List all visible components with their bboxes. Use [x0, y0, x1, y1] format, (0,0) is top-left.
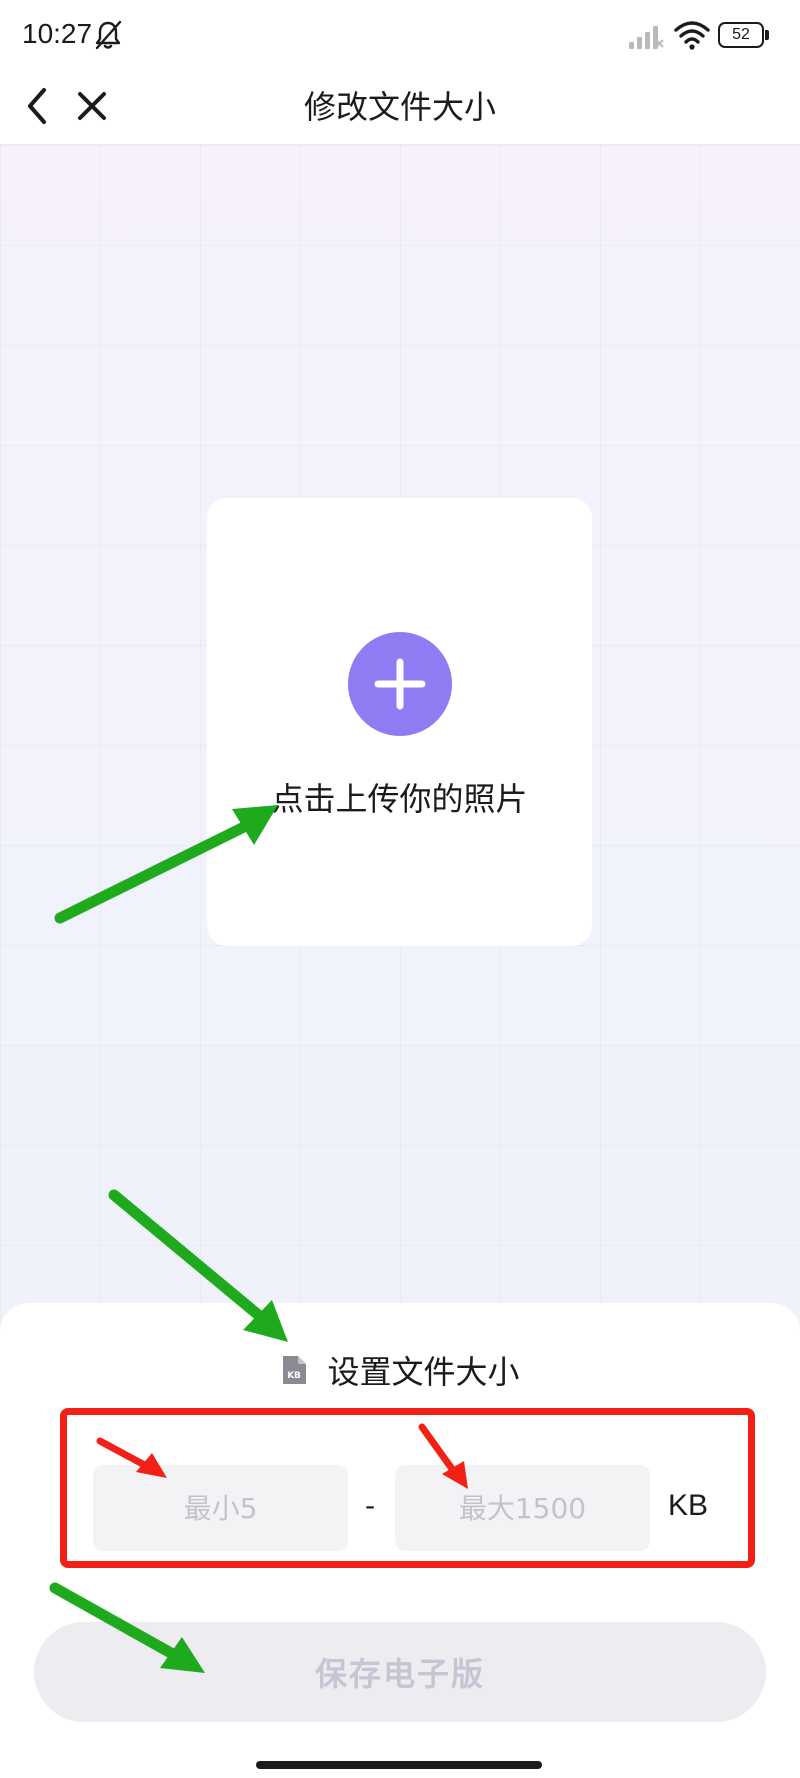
- signal-icon: [629, 26, 664, 49]
- back-icon[interactable]: [22, 84, 52, 128]
- save-electronic-button[interactable]: 保存电子版: [34, 1622, 766, 1722]
- upload-card[interactable]: 点击上传你的照片: [207, 498, 592, 946]
- kb-file-icon: KB: [283, 1356, 307, 1384]
- min-size-input[interactable]: [93, 1465, 348, 1551]
- nav-bar: 修改文件大小: [0, 70, 800, 145]
- close-icon[interactable]: [74, 86, 110, 126]
- battery-icon: 52: [718, 22, 764, 48]
- upload-plus-button[interactable]: [348, 632, 452, 736]
- size-section-title: 设置文件大小: [327, 1353, 520, 1391]
- status-time: 10:27: [22, 18, 93, 49]
- wifi-icon: [674, 21, 710, 50]
- battery-tip: [765, 30, 769, 40]
- bell-muted-icon: [95, 20, 122, 50]
- max-size-input[interactable]: [395, 1465, 650, 1551]
- size-unit-label: KB: [668, 1489, 709, 1522]
- page-title: 修改文件大小: [303, 88, 496, 126]
- size-range-row: - KB: [93, 1465, 713, 1551]
- status-bar: 10:27 52: [0, 0, 800, 70]
- svg-text:KB: KB: [288, 1371, 302, 1381]
- size-section-header: KB 设置文件大小: [0, 1347, 800, 1395]
- home-indicator: [256, 1761, 542, 1769]
- plus-icon: [374, 658, 426, 710]
- upload-label: 点击上传你的照片: [271, 780, 528, 818]
- range-separator: -: [365, 1489, 376, 1522]
- main-area: 点击上传你的照片: [0, 145, 800, 1345]
